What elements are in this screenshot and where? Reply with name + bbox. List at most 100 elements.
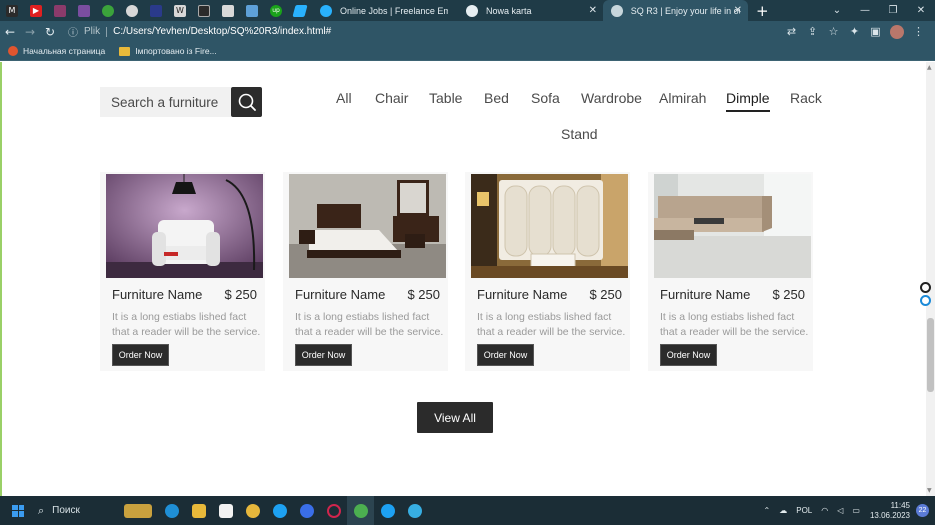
pinned-tab[interactable]: M [0, 0, 24, 21]
pinned-tab[interactable] [96, 0, 120, 21]
tab-online-jobs[interactable]: Online Jobs | Freelance Employm [312, 0, 458, 21]
order-now-button[interactable]: Order Now [660, 344, 717, 366]
tab-new-tab[interactable]: Nowa karta ✕ [458, 0, 603, 21]
chevron-up-icon[interactable]: ⌃ [764, 506, 771, 515]
category-chair[interactable]: Chair [375, 90, 408, 106]
minimize-button[interactable]: — [851, 5, 879, 16]
share-icon[interactable]: ⇪ [802, 25, 823, 38]
star-icon[interactable]: ☆ [823, 25, 844, 38]
order-now-button[interactable]: Order Now [477, 344, 534, 366]
order-now-button[interactable]: Order Now [112, 344, 169, 366]
taskbar-app-skype-2[interactable] [374, 496, 401, 525]
product-card: Furniture Name $ 250 It is a long estiab… [465, 172, 630, 371]
globe-icon [126, 4, 138, 17]
taskbar-app-telegram[interactable] [401, 496, 428, 525]
pinned-tab[interactable] [288, 0, 312, 21]
category-almirah[interactable]: Almirah [659, 90, 706, 106]
url-text[interactable]: C:/Users/Yevhen/Desktop/SQ%20R3/index.ht… [113, 26, 331, 37]
wifi-icon[interactable]: ◠ [821, 506, 828, 515]
category-all[interactable]: All [336, 90, 352, 106]
product-price: $ 250 [772, 287, 805, 302]
notification-badge[interactable]: 22 [916, 504, 929, 517]
new-tab-button[interactable]: + [756, 2, 769, 20]
settings-icon [222, 4, 234, 17]
window-controls: ⌄ — ❐ ✕ [823, 0, 935, 21]
order-now-button[interactable]: Order Now [295, 344, 352, 366]
battery-icon[interactable]: ▭ [852, 506, 860, 515]
browser-toolbar: ← → ↻ ⓘ Plik C:/Users/Yevhen/Desktop/SQ%… [0, 21, 935, 42]
view-all-button[interactable]: View All [417, 402, 493, 433]
pinned-tab[interactable] [192, 0, 216, 21]
category-bed[interactable]: Bed [484, 90, 509, 106]
page-viewport: Search a furniture All Chair Table Bed S… [0, 62, 935, 496]
search-input[interactable]: Search a furniture [100, 87, 231, 117]
taskbar-app-meet[interactable] [293, 496, 320, 525]
edge-icon [164, 503, 179, 518]
pinned-tab[interactable] [240, 0, 264, 21]
close-tab-icon[interactable]: ✕ [734, 5, 742, 16]
pinned-tab[interactable]: up [264, 0, 288, 21]
pinned-tab[interactable] [120, 0, 144, 21]
bookmark-start-page[interactable]: Начальная страница [8, 46, 105, 56]
extensions-icon[interactable]: ✦ [844, 25, 865, 38]
pinned-tab[interactable]: ▶ [24, 0, 48, 21]
info-icon[interactable]: ⓘ [68, 24, 78, 39]
taskbar-app-edge[interactable] [158, 496, 185, 525]
taskbar-app-store[interactable] [212, 496, 239, 525]
category-rack[interactable]: Rack [790, 90, 822, 106]
close-window-button[interactable]: ✕ [907, 5, 935, 16]
back-button[interactable]: ← [0, 25, 20, 39]
widget-logo-icon[interactable] [920, 295, 931, 306]
volume-icon[interactable]: ◁ [837, 506, 843, 515]
product-price: $ 250 [224, 287, 257, 302]
chrome-icon [245, 503, 260, 518]
system-tray: ⌃ ☁ POL ◠ ◁ ▭ 11:45 13.06.2023 22 [755, 496, 929, 525]
tab-search-icon[interactable]: ⌄ [823, 5, 851, 16]
sidebar-icon[interactable]: ▣ [865, 25, 886, 38]
tab-active-sq-r3[interactable]: SQ R3 | Enjoy your life in our lux ✕ [603, 0, 748, 21]
pinned-tab[interactable] [144, 0, 168, 21]
address-bar[interactable]: ⓘ Plik C:/Users/Yevhen/Desktop/SQ%20R3/i… [68, 23, 331, 40]
reload-button[interactable]: ↻ [40, 25, 60, 39]
close-tab-icon[interactable]: ✕ [589, 5, 597, 16]
scroll-down-icon[interactable]: ▼ [927, 487, 932, 494]
category-table[interactable]: Table [429, 90, 462, 106]
forward-button[interactable]: → [20, 25, 40, 39]
category-sofa[interactable]: Sofa [531, 90, 560, 106]
ext-icon-2 [78, 4, 90, 17]
page-scrollbar[interactable]: ▲ ▼ [926, 62, 935, 496]
category-wardrobe[interactable]: Wardrobe [581, 90, 642, 106]
upwork-icon [102, 4, 114, 17]
bookmark-label: Начальная страница [23, 46, 106, 56]
bookmark-imported[interactable]: Імпортовано із Fire... [119, 46, 217, 56]
taskbar-app-chrome-active[interactable] [347, 496, 374, 525]
freelancer-icon [320, 4, 332, 17]
taskbar-app-skype[interactable] [266, 496, 293, 525]
pinned-tab[interactable] [72, 0, 96, 21]
translate-icon[interactable]: ⇄ [781, 25, 802, 38]
close-widget-icon[interactable] [920, 282, 931, 293]
cloud-icon[interactable]: ☁ [779, 506, 787, 515]
category-dimple[interactable]: Dimple [726, 90, 770, 112]
taskbar-app-chrome[interactable] [239, 496, 266, 525]
taskbar-app-opera[interactable] [320, 496, 347, 525]
pinned-tab[interactable] [216, 0, 240, 21]
clock[interactable]: 11:45 13.06.2023 [870, 501, 910, 521]
avatar[interactable] [890, 24, 904, 39]
language-indicator[interactable]: POL [796, 506, 812, 515]
white-wardrobe-image [471, 174, 628, 278]
taskbar-app-explorer[interactable] [185, 496, 212, 525]
meet-icon [299, 503, 314, 518]
taskbar-search[interactable]: ⌕ Поиск [38, 500, 158, 522]
start-button[interactable] [0, 496, 36, 525]
menu-icon[interactable]: ⋮ [908, 25, 929, 38]
pinned-tab[interactable] [48, 0, 72, 21]
scrollbar-thumb[interactable] [927, 318, 934, 392]
opera-icon [326, 503, 341, 518]
globe-icon [466, 4, 478, 17]
search-button[interactable] [231, 87, 262, 117]
category-stand[interactable]: Stand [561, 126, 598, 142]
maximize-button[interactable]: ❐ [879, 5, 907, 16]
pinned-tab[interactable]: W [168, 0, 192, 21]
scroll-up-icon[interactable]: ▲ [927, 64, 932, 71]
